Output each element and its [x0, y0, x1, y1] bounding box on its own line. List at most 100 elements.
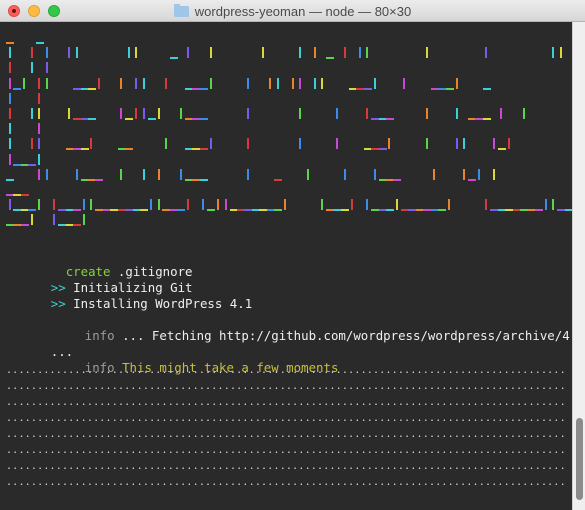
vertical-scrollbar[interactable]	[572, 22, 585, 510]
ascii-art-dash	[80, 148, 89, 151]
step-text: Installing WordPress 4.1	[73, 296, 253, 311]
ascii-art-bar	[492, 168, 495, 180]
ascii-art-bar	[135, 77, 138, 89]
ascii-art-bar	[351, 199, 354, 211]
ascii-art-bar	[552, 199, 555, 211]
ascii-art-dash	[125, 118, 134, 120]
ascii-art-bar	[179, 108, 182, 119]
ascii-art-bar	[83, 199, 85, 211]
ascii-art-bar	[23, 77, 26, 89]
ascii-art-dash	[28, 163, 37, 166]
ascii-art-bar	[433, 168, 436, 180]
terminal-line-wordpress: >> Installing WordPress 4.1	[6, 280, 252, 311]
ascii-art-bar	[120, 108, 123, 119]
ascii-art-bar	[299, 47, 302, 59]
terminal-output[interactable]: create .gitignore >> Initializing Git >>…	[0, 22, 572, 510]
ascii-art-dash	[482, 118, 491, 120]
ascii-art-bar	[366, 108, 369, 119]
ascii-art-bar	[45, 47, 48, 59]
window-title-wrap: wordpress-yeoman — node — 80×30	[0, 0, 585, 22]
ascii-art-bar	[187, 47, 190, 59]
progress-dots-row: ........................................…	[6, 365, 568, 376]
ascii-art-bar	[150, 199, 153, 211]
ascii-art-dash	[199, 148, 208, 151]
ascii-art-bar	[269, 77, 272, 89]
progress-dots-row: ........................................…	[6, 445, 568, 456]
ascii-art-bar	[313, 47, 316, 59]
ascii-art-bar	[75, 47, 78, 59]
ascii-art-bar	[38, 92, 41, 104]
terminal-line-info-wait: info This might take a few moments	[40, 344, 339, 375]
progress-dots-row: ........................................…	[6, 413, 568, 424]
ascii-art-bar	[336, 108, 339, 119]
ascii-art-bar	[261, 47, 264, 59]
ascii-art-bar	[321, 77, 324, 89]
ascii-art-dash	[6, 178, 15, 181]
ascii-art-bar	[135, 47, 138, 59]
ascii-art-bar	[75, 168, 78, 180]
ascii-art-dash	[20, 194, 29, 196]
ascii-art-bar	[164, 138, 167, 150]
info-text: ... Fetching http://github.com/wordpress…	[122, 328, 572, 343]
ascii-art-dash	[385, 209, 394, 212]
ascii-art-bar	[299, 138, 302, 150]
ascii-art-bar	[68, 47, 71, 59]
ascii-art-dash	[73, 224, 82, 227]
ascii-art-bar	[187, 199, 190, 211]
ascii-art-bar	[8, 92, 11, 104]
ascii-art-bar	[30, 47, 33, 59]
title-bar[interactable]: wordpress-yeoman — node — 80×30	[0, 0, 585, 22]
ascii-art-bar	[321, 199, 324, 211]
ascii-art-bar	[284, 199, 287, 211]
ascii-art-bar	[299, 108, 302, 119]
ascii-art-bar	[343, 168, 346, 180]
ascii-art-dash	[73, 209, 82, 212]
ascii-art-bar	[45, 62, 48, 74]
ascii-art-bar	[500, 108, 503, 119]
info-label: info	[84, 328, 115, 343]
ascii-art-bar	[209, 138, 212, 150]
ascii-art-bar	[462, 168, 465, 180]
scrollbar-thumb[interactable]	[576, 418, 583, 500]
terminal-line-info-fetch: info ... Fetching http://github.com/word…	[40, 312, 572, 343]
ascii-art-bar	[246, 77, 249, 89]
ascii-art-dash	[28, 209, 37, 212]
ascii-art-bar	[306, 168, 309, 180]
ascii-art-bar	[120, 168, 123, 180]
ascii-art-bar	[30, 62, 33, 74]
ascii-art-bar	[299, 77, 302, 89]
ascii-art-bar	[373, 168, 376, 180]
ascii-art-dash	[363, 87, 372, 90]
ascii-art-bar	[38, 168, 41, 180]
ascii-art-bar	[142, 108, 145, 119]
ascii-art-bar	[157, 168, 160, 180]
ascii-art-bar	[552, 47, 555, 59]
ascii-art-bar	[336, 138, 339, 150]
ascii-art-bar	[135, 108, 138, 119]
ascii-art-bar	[373, 77, 376, 89]
ascii-art-dash	[35, 42, 44, 44]
ascii-art-bar	[8, 47, 11, 59]
ascii-art-bar	[68, 108, 71, 119]
ascii-art-bar	[202, 199, 205, 211]
ascii-art-bar	[313, 77, 316, 89]
ascii-art-bar	[485, 47, 488, 59]
ascii-art-bar	[142, 77, 145, 89]
ascii-art-dash	[482, 87, 491, 90]
ascii-art-bar	[8, 108, 11, 119]
ascii-art-bar	[425, 47, 428, 59]
ascii-art-bar	[30, 108, 33, 119]
ascii-art-bar	[358, 47, 361, 59]
ascii-art-bar	[291, 77, 294, 89]
ascii-art-bar	[366, 47, 369, 59]
ascii-art-bar	[157, 108, 160, 119]
ascii-art-bar	[179, 168, 182, 180]
ascii-art-bar	[38, 138, 41, 150]
ascii-art-dash	[95, 178, 104, 181]
ascii-art-dash	[6, 42, 15, 44]
ascii-art-bar	[425, 108, 428, 119]
ascii-art-bar	[8, 77, 11, 89]
ascii-art-bar	[388, 138, 391, 150]
ascii-art-bar	[45, 168, 48, 180]
progress-dots-row: ........................................…	[6, 461, 568, 472]
